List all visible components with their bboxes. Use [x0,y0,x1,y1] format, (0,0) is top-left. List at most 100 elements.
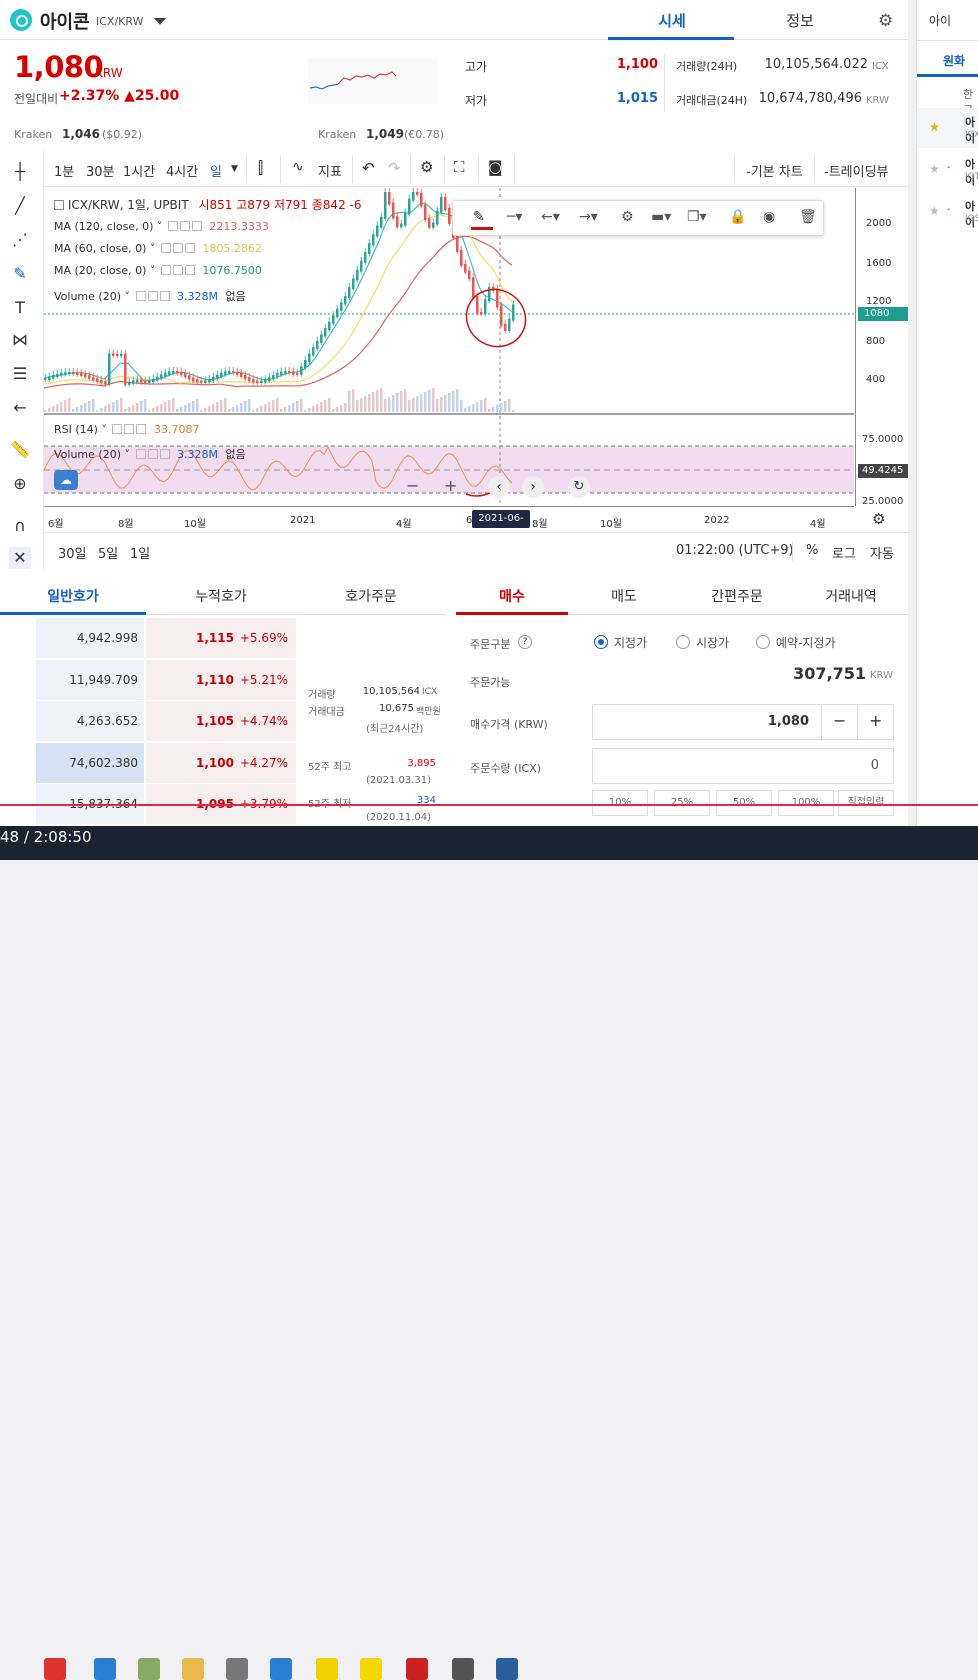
chevron-down-icon[interactable]: ▼ [231,164,238,174]
minus-icon[interactable]: − [833,711,846,730]
help-icon[interactable]: ? [518,635,532,649]
prediction-icon[interactable]: ☰ [9,363,31,385]
interval-1h[interactable]: 1시간 [123,161,155,180]
tab-simple-order[interactable]: 간편주문 [680,586,794,606]
line-end-icon[interactable]: →▾ [579,209,598,225]
gear-icon[interactable] [172,243,183,253]
app-icon[interactable] [138,1658,160,1680]
basic-chart-button[interactable]: -기본 차트 [746,161,803,180]
orderbook-price[interactable]: 1,110 +5.21% [146,659,296,700]
range-1d[interactable]: 1일 [130,543,150,562]
legend-ma120[interactable]: MA (120, close, 0) ˅ 2213.3333 [54,220,269,233]
eye-icon[interactable] [112,424,123,434]
clock-time[interactable]: 01:22:00 (UTC+9) [676,543,794,558]
text-icon[interactable]: T [9,297,31,319]
ruler-icon[interactable]: 📏 [9,439,31,461]
star-icon[interactable]: ★ [929,120,940,134]
legend-rsi[interactable]: RSI (14) ˅ 33.7087 [54,423,199,436]
eye-icon[interactable] [135,291,146,301]
tab-krw[interactable]: 원화 [943,52,965,69]
edge-icon[interactable] [94,1658,116,1680]
option-limit[interactable]: 지정가 [614,634,647,651]
close-icon[interactable] [136,424,147,434]
tab-buy[interactable]: 매수 [456,586,568,606]
folder-icon[interactable] [182,1658,204,1680]
tab-orderbook[interactable]: 일반호가 [0,586,146,606]
interval-30m[interactable]: 30분 [86,161,115,180]
reset-icon[interactable]: ↻ [568,476,590,498]
qty-field[interactable]: 0 [592,748,894,784]
range-30d[interactable]: 30일 [58,543,87,562]
percent-toggle[interactable]: % [806,543,818,558]
legend-ma20[interactable]: MA (20, close, 0) ˅ 1076.7500 [54,264,262,277]
eye-icon[interactable] [160,243,171,253]
candle-type-icon[interactable]: ⫿ [258,158,263,178]
scroll-left-icon[interactable]: ‹ [488,476,510,498]
pct-10-button[interactable]: 10% [592,790,648,816]
fib-icon[interactable]: ⋰ [9,229,31,251]
range-5d[interactable]: 5일 [98,543,118,562]
option-market[interactable]: 시장가 [696,634,729,651]
buy-price-field[interactable]: 1,080 − + [592,704,894,740]
interval-4h[interactable]: 4시간 [166,161,198,180]
orderbook-price[interactable]: 1,100 +4.27% [146,742,296,783]
pct-50-button[interactable]: 50% [716,790,772,816]
pattern-icon[interactable]: ⋈ [9,329,31,351]
interval-1m[interactable]: 1분 [54,161,74,180]
close-icon[interactable] [184,265,195,275]
gear-icon[interactable] [124,424,135,434]
indicator-button[interactable]: 지표 [318,161,342,180]
fullscreen-icon[interactable]: ⛶ [454,158,465,176]
sticky-notes-icon[interactable] [360,1658,382,1680]
pct-100-button[interactable]: 100% [778,790,834,816]
app-icon[interactable] [452,1658,474,1680]
collapse-icon[interactable] [54,200,64,210]
clone-icon[interactable]: ❐▾ [687,209,707,225]
tab-price[interactable]: 시세 [622,10,722,31]
scroll-right-icon[interactable]: › [522,476,544,498]
orderbook-price[interactable]: 1,105 +4.74% [146,701,296,741]
radio-limit[interactable] [594,635,608,649]
market-item[interactable]: ★ - 아이 IOT [917,150,978,190]
gear-icon[interactable]: ⚙ [872,510,885,528]
cloud-icon[interactable]: ☁ [54,470,78,490]
star-icon[interactable]: ★ [929,204,940,218]
camera-icon[interactable]: ◙ [488,158,503,176]
tradingview-button[interactable]: -트레이딩뷰 [824,161,889,180]
legend-ma60[interactable]: MA (60, close, 0) ˅ 1805.2862 [54,242,262,255]
gear-icon[interactable] [179,221,190,231]
app-icon[interactable] [270,1658,292,1680]
log-toggle[interactable]: 로그 [832,543,856,562]
zoom-in-icon[interactable]: ⊕ [9,473,31,495]
brush-icon[interactable]: ✎ [9,263,31,285]
interval-1d[interactable]: 일 [210,161,222,180]
market-item[interactable]: ★ - 아이 IOS [917,192,978,232]
legend-volume[interactable]: Volume (20) ˅ 3.328M 없음 [54,288,246,304]
lock-icon[interactable]: 🔒 [729,209,746,225]
line-style-icon[interactable]: ─▾ [507,209,522,225]
redo-icon[interactable]: ↷ [388,159,401,177]
gear-icon[interactable] [147,449,158,459]
close-icon[interactable] [159,449,170,459]
close-icon[interactable] [191,221,202,231]
kakaotalk-icon[interactable] [316,1658,338,1680]
eye-icon[interactable] [160,265,171,275]
pct-25-button[interactable]: 25% [654,790,710,816]
market-item[interactable]: ★ 아이 ICX [917,108,978,148]
tab-book-order[interactable]: 호가주문 [296,586,446,606]
eye-icon[interactable] [167,221,178,231]
app-icon[interactable] [496,1658,518,1680]
tab-cumulative[interactable]: 누적호가 [146,586,296,606]
auto-toggle[interactable]: 자동 [870,543,894,562]
coin-pair[interactable]: ICX/KRW [96,15,143,28]
lock-icon[interactable]: ✕ [9,547,31,569]
close-icon[interactable] [184,243,195,253]
gear-icon[interactable]: ⚙ [878,11,893,31]
gear-icon[interactable]: ⚙ [621,209,634,225]
app-icon[interactable] [44,1658,66,1680]
market-search-text[interactable]: 아이 [929,12,951,29]
orderbook-price[interactable]: 1,115 +5.69% [146,618,296,658]
trash-icon[interactable]: 🗑 [799,209,817,225]
coin-name[interactable]: 아이콘 [40,8,90,34]
radio-market[interactable] [676,635,690,649]
